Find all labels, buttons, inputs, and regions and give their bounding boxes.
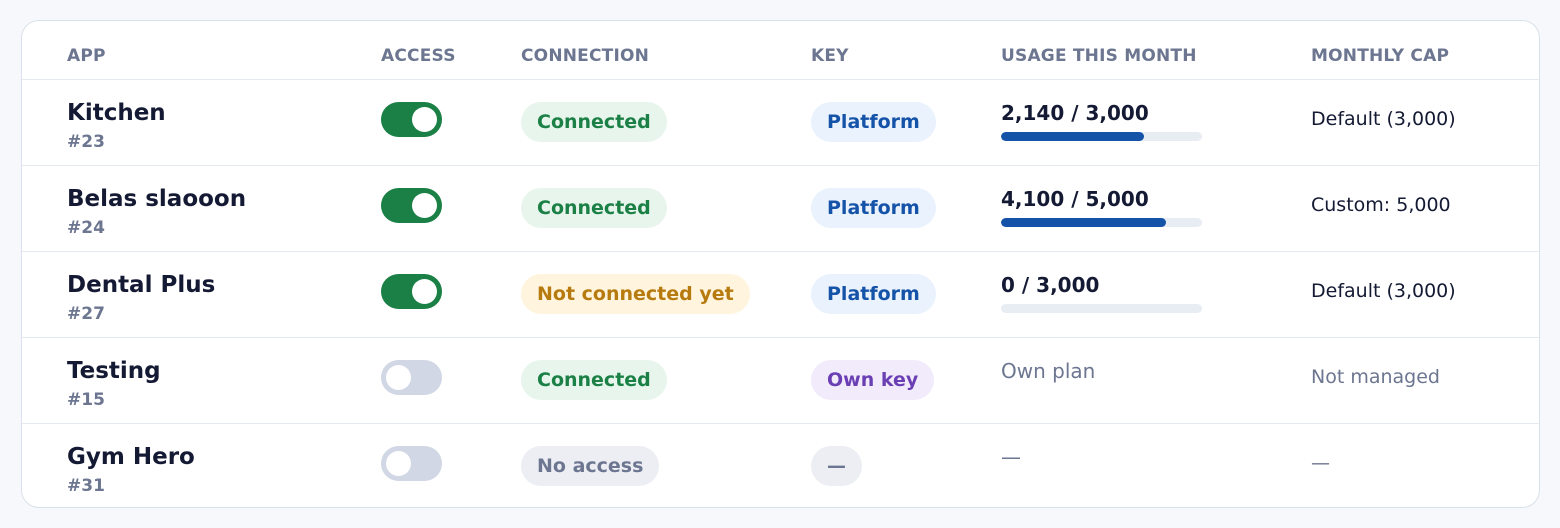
connection-status-badge: Not connected yet (521, 274, 750, 314)
apps-table: APP ACCESS CONNECTION KEY USAGE THIS MON… (21, 20, 1540, 508)
col-header-access: ACCESS (381, 46, 456, 66)
connection-status-badge: Connected (521, 102, 667, 142)
table-header: APP ACCESS CONNECTION KEY USAGE THIS MON… (22, 21, 1539, 80)
table-row[interactable]: Belas slaooon #24 Connected Platform 4,1… (22, 166, 1539, 252)
app-id: #24 (67, 218, 105, 238)
app-id: #27 (67, 304, 105, 324)
col-header-connection: CONNECTION (521, 46, 650, 66)
usage-value: 4,100 / 5,000 (1001, 187, 1149, 211)
connection-status-badge: Connected (521, 360, 667, 400)
usage-value: 2,140 / 3,000 (1001, 101, 1149, 125)
col-header-usage: USAGE THIS MONTH (1001, 46, 1197, 66)
key-type-badge: Own key (811, 360, 935, 400)
col-header-key: KEY (811, 46, 849, 66)
toggle-knob (386, 365, 411, 390)
monthly-cap: Not managed (1311, 366, 1440, 388)
app-name: Gym Hero (67, 444, 195, 470)
usage-progress-bar (1001, 304, 1202, 313)
usage-progress-fill (1001, 218, 1166, 227)
usage-value: 0 / 3,000 (1001, 273, 1100, 297)
usage-value: — (1001, 445, 1021, 469)
access-toggle[interactable] (381, 274, 442, 309)
usage-progress-bar (1001, 218, 1202, 227)
app-name: Belas slaooon (67, 186, 247, 212)
table-row[interactable]: Testing #15 Connected Own key Own plan N… (22, 338, 1539, 424)
app-id: #31 (67, 476, 105, 496)
key-type-badge: Platform (811, 102, 936, 142)
monthly-cap: — (1311, 452, 1330, 474)
table-row[interactable]: Gym Hero #31 No access — — — (22, 424, 1539, 507)
toggle-knob (412, 107, 437, 132)
toggle-knob (412, 279, 437, 304)
app-name: Kitchen (67, 100, 166, 126)
app-id: #15 (67, 390, 105, 410)
monthly-cap: Custom: 5,000 (1311, 194, 1451, 216)
connection-status-badge: No access (521, 446, 660, 486)
access-toggle[interactable] (381, 188, 442, 223)
table-row[interactable]: Dental Plus #27 Not connected yet Platfo… (22, 252, 1539, 338)
app-id: #23 (67, 132, 105, 152)
key-type-badge: Platform (811, 274, 936, 314)
key-type-badge: Platform (811, 188, 936, 228)
toggle-knob (412, 193, 437, 218)
key-type-badge: — (811, 446, 862, 486)
access-toggle[interactable] (381, 360, 442, 395)
app-name: Testing (67, 358, 161, 384)
toggle-knob (386, 451, 411, 476)
usage-value: Own plan (1001, 359, 1096, 383)
col-header-app: APP (67, 46, 106, 66)
usage-progress-bar (1001, 132, 1202, 141)
monthly-cap: Default (3,000) (1311, 280, 1456, 302)
access-toggle[interactable] (381, 102, 442, 137)
connection-status-badge: Connected (521, 188, 667, 228)
usage-progress-fill (1001, 132, 1145, 141)
app-name: Dental Plus (67, 272, 216, 298)
col-header-cap: MONTHLY CAP (1311, 46, 1450, 66)
access-toggle[interactable] (381, 446, 442, 481)
monthly-cap: Default (3,000) (1311, 108, 1456, 130)
table-row[interactable]: Kitchen #23 Connected Platform 2,140 / 3… (22, 80, 1539, 166)
